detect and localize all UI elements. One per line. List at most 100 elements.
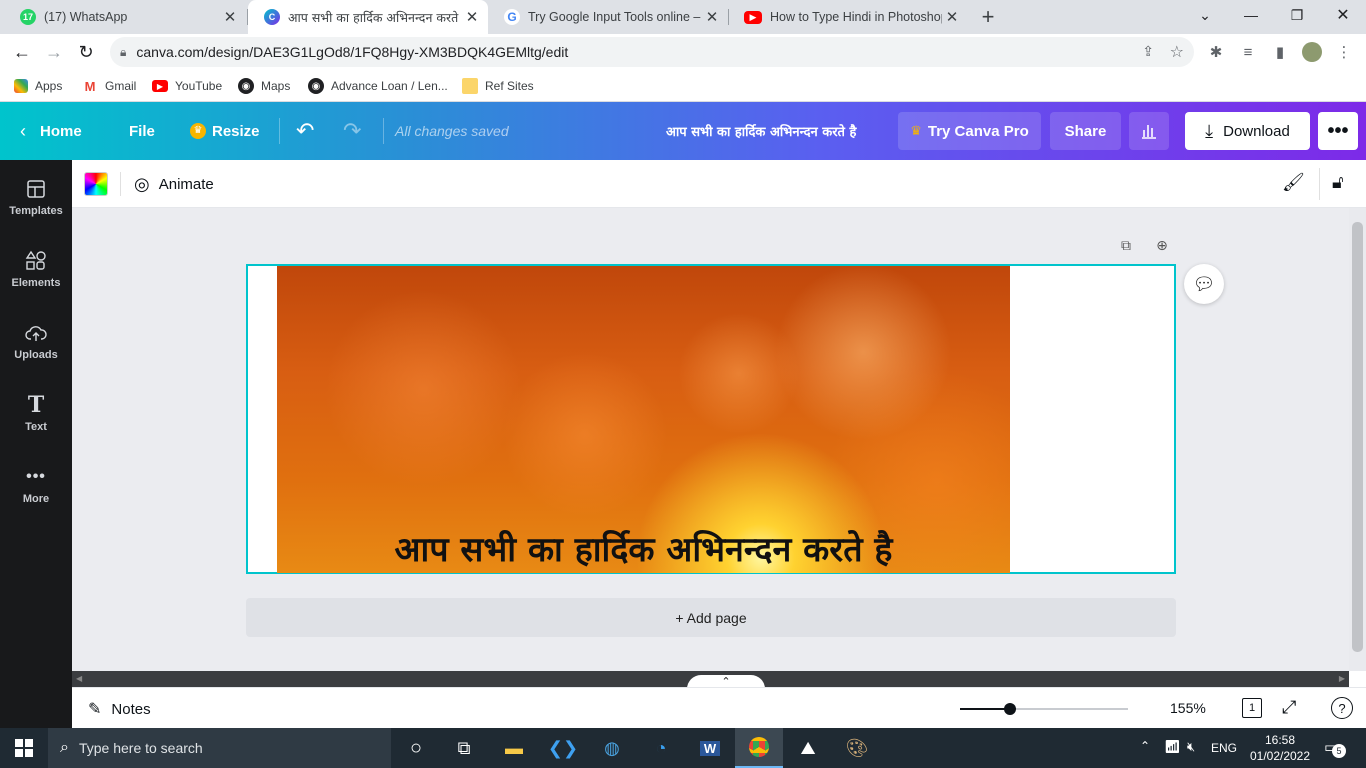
bookmark-maps[interactable]: ◉ Maps — [238, 76, 290, 96]
taskbar-search-box[interactable]: ⌕ Type here to search — [48, 728, 391, 768]
download-button[interactable]: ⤓ Download — [1185, 112, 1310, 150]
tab-whatsapp[interactable]: 17 (17) WhatsApp ✕ — [4, 0, 246, 34]
side-panel-icon[interactable]: ▮ — [1270, 42, 1290, 62]
vscode-icon[interactable]: ❮❯ — [539, 728, 587, 768]
help-button[interactable]: ? — [1331, 697, 1353, 719]
chevron-left-icon: ‹ — [20, 120, 26, 141]
browser-toolbar: ← → ↻ 🔒︎ canva.com/design/DAE3G1LgOd8/1F… — [0, 34, 1366, 70]
color-picker-swatch[interactable] — [84, 172, 108, 196]
crown-icon: ♛ — [910, 123, 922, 138]
bookmark-advance-loan[interactable]: ◉ Advance Loan / Len... — [308, 76, 448, 96]
language-indicator[interactable]: ENG — [1211, 741, 1237, 755]
scroll-right-icon[interactable]: ▶ — [1339, 674, 1345, 683]
paint-roller-icon[interactable]: 🖌︎ — [1282, 172, 1305, 193]
close-tab-icon[interactable]: ✕ — [220, 8, 240, 26]
canva-header: ‹ Home File ♛ Resize ↶ ↷ All changes sav… — [0, 102, 1366, 160]
insights-chart-icon[interactable] — [1129, 112, 1169, 150]
bookmark-ref-sites[interactable]: Ref Sites — [462, 76, 534, 96]
restore-button[interactable]: ❐ — [1274, 0, 1320, 30]
media-queue-icon[interactable]: ≡ — [1238, 42, 1258, 62]
tab-google-input-tools[interactable]: G Try Google Input Tools online – G ✕ — [488, 0, 728, 34]
sidebar-item-more[interactable]: ••• More — [0, 452, 72, 518]
comment-add-icon[interactable]: 💬︎ — [1184, 264, 1224, 304]
close-tab-icon[interactable]: ✕ — [702, 8, 722, 26]
extensions-icon[interactable]: ✱ — [1206, 42, 1226, 62]
cortana-icon[interactable]: ○ — [392, 728, 440, 768]
notes-label: Notes — [111, 700, 151, 718]
design-title[interactable]: आप सभी का हार्दिक अभिनन्दन करते है — [666, 112, 856, 150]
paint-app-icon[interactable]: 🎨︎ — [833, 728, 881, 768]
sidebar-item-text[interactable]: T Text — [0, 380, 72, 446]
close-tab-icon[interactable]: ✕ — [462, 8, 482, 26]
sidebar-item-elements[interactable]: Elements — [0, 236, 72, 302]
lock-icon: 🔒︎ — [120, 44, 127, 59]
download-icon: ⤓ — [1205, 120, 1214, 141]
animate-button[interactable]: ◎ Animate — [134, 172, 214, 196]
sidebar-item-templates[interactable]: Templates — [0, 164, 72, 230]
photos-app-icon[interactable]: ⛰ — [784, 728, 832, 768]
zoom-level[interactable]: 155% — [1170, 700, 1206, 716]
duplicate-page-icon[interactable]: ⧉ — [1117, 236, 1135, 254]
more-options-button[interactable]: ••• — [1318, 112, 1358, 150]
minimize-button[interactable]: — — [1228, 0, 1274, 30]
word-icon[interactable]: W — [686, 728, 734, 768]
page-count-button[interactable]: 1 — [1242, 698, 1262, 718]
forward-button[interactable]: → — [40, 38, 68, 66]
volume-muted-icon[interactable]: 🔇︎ — [1187, 739, 1195, 755]
bookmark-youtube[interactable]: ▶ YouTube — [152, 76, 222, 96]
wifi-icon[interactable]: 📶︎ — [1164, 739, 1181, 755]
bookmark-gmail[interactable]: M Gmail — [82, 76, 137, 96]
scroll-left-icon[interactable]: ◀ — [76, 674, 82, 683]
vertical-scrollbar[interactable] — [1349, 208, 1366, 671]
add-page-icon[interactable]: ⊕ — [1153, 236, 1171, 254]
profile-avatar[interactable] — [1302, 42, 1322, 62]
chrome-menu-icon[interactable]: ⋮ — [1334, 42, 1354, 62]
close-tab-icon[interactable]: ✕ — [942, 8, 962, 26]
folder-icon — [462, 78, 478, 94]
chrome-icon[interactable] — [735, 728, 783, 768]
resize-button[interactable]: ♛ Resize — [190, 112, 260, 150]
file-explorer-icon[interactable]: ▬ — [490, 728, 538, 768]
share-button[interactable]: Share — [1050, 112, 1121, 150]
windows-start-icon[interactable] — [0, 728, 48, 768]
clock-date: 01/02/2022 — [1249, 749, 1311, 763]
home-button[interactable]: ‹ Home — [20, 112, 82, 150]
bookmark-apps[interactable]: Apps — [14, 76, 62, 96]
bookmark-star-icon[interactable]: ☆ — [1170, 42, 1184, 62]
apps-grid-icon — [14, 79, 28, 93]
share-page-icon[interactable]: ⇪ — [1142, 43, 1154, 60]
try-canva-pro-button[interactable]: ♛ Try Canva Pro — [898, 112, 1041, 150]
design-heading-text[interactable]: आप सभी का हार्दिक अभिनन्दन करते है — [277, 525, 1010, 571]
edge-icon[interactable]: ◔ — [637, 728, 685, 768]
new-tab-button[interactable]: + — [976, 4, 1000, 29]
file-menu-button[interactable]: File — [129, 112, 155, 150]
notifications-icon[interactable]: ▭ 5 — [1324, 738, 1346, 758]
uploads-icon — [25, 321, 47, 345]
zoom-slider[interactable] — [960, 703, 1128, 715]
tab-youtube[interactable]: ▶ How to Type Hindi in Photoshop ✕ — [728, 0, 968, 34]
notes-button[interactable]: ✎ Notes — [88, 699, 151, 719]
scroll-thumb[interactable] — [1352, 222, 1363, 652]
undo-icon[interactable]: ↶ — [296, 112, 314, 150]
tab-search-icon[interactable]: ⌄ — [1182, 0, 1228, 30]
reload-button[interactable]: ↻ — [72, 38, 100, 66]
templates-icon — [26, 177, 46, 201]
task-view-icon[interactable]: ⧉ — [440, 728, 488, 768]
sidebar-item-uploads[interactable]: Uploads — [0, 308, 72, 374]
show-hidden-icons-chevron-icon[interactable]: ⌃ — [1140, 739, 1150, 753]
redo-icon[interactable]: ↷ — [343, 112, 361, 150]
try-pro-label: Try Canva Pro — [927, 122, 1029, 140]
add-page-button[interactable]: + Add page — [246, 598, 1176, 637]
photo-app-icon[interactable]: ◍ — [588, 728, 636, 768]
fullscreen-icon[interactable]: ⤢ — [1282, 697, 1296, 718]
close-window-button[interactable]: ✕ — [1320, 0, 1366, 30]
zoom-slider-knob[interactable] — [1004, 703, 1016, 715]
back-button[interactable]: ← — [8, 38, 36, 66]
bokeh-background-image[interactable]: आप सभी का हार्दिक अभिनन्दन करते है — [277, 266, 1010, 573]
globe-icon: ◉ — [308, 78, 324, 94]
tab-canva[interactable]: C आप सभी का हार्दिक अभिनन्दन करते ✕ — [248, 0, 488, 34]
taskbar-clock[interactable]: 16:58 01/02/2022 — [1248, 732, 1312, 764]
address-bar[interactable]: 🔒︎ canva.com/design/DAE3G1LgOd8/1FQ8Hgy-… — [110, 37, 1194, 67]
bookmark-label: Maps — [261, 79, 291, 93]
unlock-icon[interactable]: 🔓︎ — [1332, 172, 1344, 193]
